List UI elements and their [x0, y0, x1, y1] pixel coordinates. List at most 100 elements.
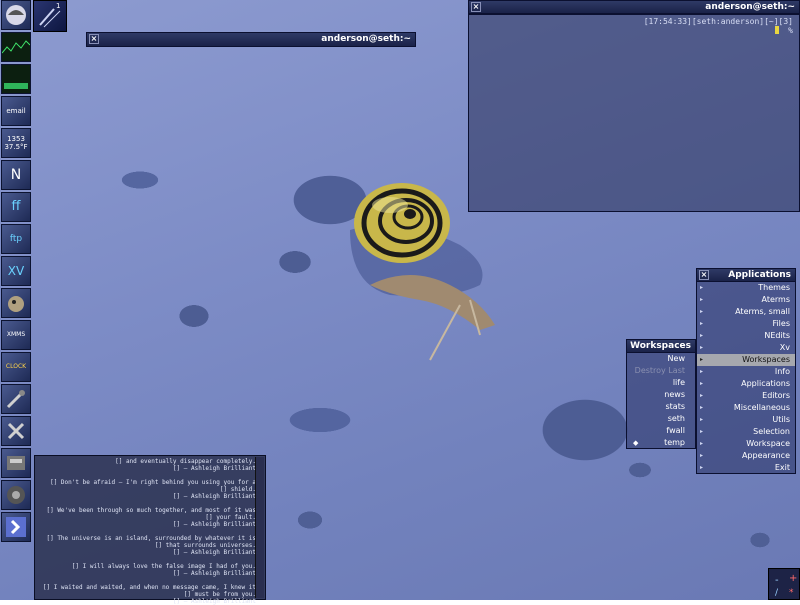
submenu-arrow-icon: ▸: [700, 452, 704, 459]
fortune-scrollbar[interactable]: [255, 457, 264, 598]
font-tile-label: ff: [11, 199, 21, 214]
disk-tile[interactable]: [1, 448, 31, 478]
menu-item-temp[interactable]: ◆ temp: [626, 437, 696, 449]
current-workspace-icon: ◆: [633, 439, 639, 447]
kde-tile[interactable]: [1, 512, 31, 542]
menu-item-themes[interactable]: ▸ Themes: [696, 282, 796, 294]
applications-menu: × Applications ▸ Themes ▸ Aterms ▸ Aterms, …: [696, 268, 796, 474]
submenu-arrow-icon: ▸: [700, 428, 704, 435]
submenu-arrow-icon: ▸: [700, 356, 704, 363]
menu-item-label: Aterms, small: [735, 307, 790, 316]
applications-menu-title[interactable]: × Applications: [696, 268, 796, 282]
cpu-monitor-tile[interactable]: [1, 32, 31, 62]
nedit-tile-label: N: [10, 167, 22, 183]
cpu-graph-icon: [2, 33, 30, 61]
clock-tile-label: CLOCK: [5, 363, 27, 370]
mail-tile-label: email: [6, 107, 26, 115]
menu-item-files[interactable]: ▸ Files: [696, 318, 796, 330]
memory-graph-icon: [2, 65, 30, 93]
workspaces-menu-title[interactable]: Workspaces: [626, 339, 696, 353]
menu-item-aterms[interactable]: ▸ Aterms: [696, 294, 796, 306]
terminal-titlebar[interactable]: × anderson@seth:~: [468, 0, 800, 14]
font-tile[interactable]: ff: [1, 192, 31, 222]
menu-item-label: New: [667, 354, 685, 363]
menu-item-label: fwall: [666, 426, 685, 435]
submenu-arrow-icon: ▸: [700, 320, 704, 327]
gimp-tile[interactable]: [1, 288, 31, 318]
menu-item-workspaces[interactable]: ▸ Workspaces: [696, 354, 796, 366]
fortune-panel[interactable]: [] and eventually disappear completely. …: [34, 455, 266, 605]
terminal-window[interactable]: × anderson@seth:~ [17:54:33][seth:anders…: [468, 0, 800, 212]
menu-item-label: Exit: [774, 463, 790, 472]
menu-item-label: Selection: [753, 427, 790, 436]
submenu-arrow-icon: ▸: [700, 344, 704, 351]
workspaces-menu: Workspaces New Destroy Last life news st…: [626, 339, 696, 449]
menu-item-appearance[interactable]: ▸ Appearance: [696, 450, 796, 462]
menu-item-news[interactable]: news: [626, 389, 696, 401]
wmaker-logo-icon: [6, 5, 26, 25]
menu-item-label: Utils: [772, 415, 790, 424]
menu-item-label: Miscellaneous: [733, 403, 790, 412]
wmaker-logo-tile[interactable]: [1, 0, 31, 30]
close-icon[interactable]: ×: [699, 270, 709, 280]
settings-tile[interactable]: [1, 416, 31, 446]
workspace-clip[interactable]: 1: [33, 0, 67, 32]
menu-item-nedits[interactable]: ▸ NEdits: [696, 330, 796, 342]
menu-item-seth[interactable]: seth: [626, 413, 696, 425]
calculator-dockapp[interactable]: + - * /: [768, 568, 800, 600]
menu-item-label: Workspace: [746, 439, 790, 448]
menu-item-life[interactable]: life: [626, 377, 696, 389]
submenu-arrow-icon: ▸: [700, 464, 704, 471]
menu-item-stats[interactable]: stats: [626, 401, 696, 413]
window-title: anderson@seth:~: [321, 34, 411, 44]
audio-tile[interactable]: [1, 480, 31, 510]
xv-tile[interactable]: XV: [1, 256, 31, 286]
close-icon[interactable]: ×: [89, 34, 99, 44]
menu-item-workspace[interactable]: ▸ Workspace: [696, 438, 796, 450]
menu-item-selection[interactable]: ▸ Selection: [696, 426, 796, 438]
ftp-tile[interactable]: ftp: [1, 224, 31, 254]
menu-item-label: Xv: [779, 343, 790, 352]
memory-monitor-tile[interactable]: [1, 64, 31, 94]
nedit-tile[interactable]: N: [1, 160, 31, 190]
shaded-terminal-window[interactable]: × anderson@seth:~: [86, 32, 416, 47]
clip-icon: [39, 8, 61, 28]
close-icon[interactable]: ×: [471, 2, 481, 12]
fortune-text: [] and eventually disappear completely. …: [42, 458, 256, 605]
disk-icon: [7, 456, 25, 470]
calculator-icon: + - * /: [775, 573, 797, 598]
tools-tile[interactable]: [1, 384, 31, 414]
submenu-arrow-icon: ▸: [700, 368, 704, 375]
submenu-arrow-icon: ▸: [700, 392, 704, 399]
menu-item-miscellaneous[interactable]: ▸ Miscellaneous: [696, 402, 796, 414]
terminal-cursor: [775, 26, 779, 34]
menu-item-fwall[interactable]: fwall: [626, 425, 696, 437]
settings-icon: [7, 422, 25, 440]
menu-item-label: Files: [772, 319, 790, 328]
terminal-body[interactable]: [17:54:33][seth:anderson][~][3] %: [468, 14, 800, 212]
xmms-tile-label: XMMS: [6, 331, 26, 338]
gimp-icon: [8, 296, 24, 312]
menu-item-exit[interactable]: ▸ Exit: [696, 462, 796, 474]
menu-item-new[interactable]: New: [626, 353, 696, 365]
xmms-tile[interactable]: XMMS: [1, 320, 31, 350]
menu-item-xv[interactable]: ▸ Xv: [696, 342, 796, 354]
menu-item-applications[interactable]: ▸ Applications: [696, 378, 796, 390]
clock-tile[interactable]: CLOCK: [1, 352, 31, 382]
weather-tile[interactable]: 1353 37.5°F: [1, 128, 31, 158]
submenu-arrow-icon: ▸: [700, 296, 704, 303]
submenu-arrow-icon: ▸: [700, 284, 704, 291]
menu-item-label: Info: [774, 367, 790, 376]
menu-item-editors[interactable]: ▸ Editors: [696, 390, 796, 402]
mail-tile[interactable]: email: [1, 96, 31, 126]
menu-item-label: news: [664, 390, 685, 399]
svg-text:-: -: [775, 575, 779, 586]
menu-item-info[interactable]: ▸ Info: [696, 366, 796, 378]
menu-item-aterms-small[interactable]: ▸ Aterms, small: [696, 306, 796, 318]
menu-item-utils[interactable]: ▸ Utils: [696, 414, 796, 426]
menu-item-destroy-last[interactable]: Destroy Last: [626, 365, 696, 377]
menu-item-label: Themes: [758, 283, 790, 292]
submenu-arrow-icon: ▸: [700, 332, 704, 339]
svg-text:+: +: [789, 573, 797, 584]
menu-title: Workspaces: [630, 341, 691, 351]
